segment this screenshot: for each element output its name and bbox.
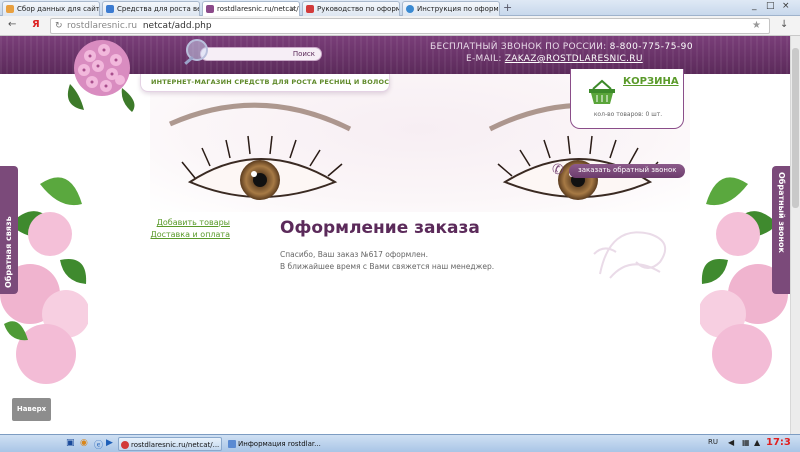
tab-label: Средства для роста ве (117, 5, 200, 13)
browser-tab-strip: Сбор данных для сайта Средства для роста… (0, 0, 800, 16)
search-button[interactable]: Поиск (293, 50, 315, 58)
address-bar[interactable]: ↻ rostdlaresnic.ru netcat/add.php ★ (50, 18, 770, 34)
language-indicator[interactable]: RU (708, 438, 718, 446)
windows-taskbar: ▣ ◉ ⓔ ▶ rostdlaresnic.ru/netcat/... Инфо… (0, 434, 800, 452)
tab-label: rostdlaresnic.ru/netcat/a (217, 5, 300, 13)
page-title: Оформление заказа (280, 218, 480, 238)
bookmark-star-icon[interactable]: ★ (752, 20, 761, 31)
url-path: netcat/add.php (142, 21, 212, 31)
download-icon[interactable]: ↓ (780, 19, 788, 30)
search-input[interactable]: Поиск (200, 47, 322, 61)
tab-favicon-icon (406, 5, 414, 13)
scrollbar-thumb[interactable] (792, 48, 799, 208)
feedback-side-tab[interactable]: Обратная связь (0, 166, 18, 294)
taskbar-item-label: rostdlaresnic.ru/netcat/... (131, 441, 220, 449)
nav-add-products-link[interactable]: Добавить товары (140, 218, 230, 227)
maximize-button[interactable]: □ (766, 1, 775, 11)
browser-navbar: ← Я ↻ rostdlaresnic.ru netcat/add.php ★ … (0, 16, 800, 36)
back-button[interactable]: ← (8, 19, 16, 30)
tab-label: Инструкция по оформ (417, 5, 499, 13)
browser-tab-active[interactable]: rostdlaresnic.ru/netcat/a × (202, 1, 300, 16)
callback-side-tab[interactable]: Обратный звонок (772, 166, 790, 294)
show-desktop-icon[interactable]: ▣ (66, 438, 75, 448)
hydrangea-logo-icon[interactable] (62, 36, 142, 114)
confirmation-line-1: Спасибо, Ваш заказ №617 оформлен. (280, 250, 428, 259)
email-label: E-MAIL: (466, 54, 502, 64)
tab-favicon-icon (206, 5, 214, 13)
browser-tab[interactable]: Сбор данных для сайта (2, 1, 100, 16)
tab-label: Руководство по оформ (317, 5, 400, 13)
web-page: Поиск БЕСПЛАТНЫЙ ЗВОНОК ПО РОССИИ: 8-800… (0, 36, 790, 434)
taskbar-clock[interactable]: 17:3 (766, 437, 791, 448)
taskbar-browser-window[interactable]: rostdlaresnic.ru/netcat/... (118, 437, 222, 451)
vertical-scrollbar[interactable] (790, 36, 800, 434)
browser-tab[interactable]: Руководство по оформ (302, 1, 400, 16)
callback-button[interactable]: заказать обратный звонок (569, 164, 685, 178)
decorative-swirl (593, 231, 667, 279)
url-host: rostdlaresnic.ru (67, 21, 138, 31)
browser-tab[interactable]: Инструкция по оформ (402, 1, 500, 16)
cart-widget[interactable]: КОРЗИНА кол-во товаров: 0 шт. (570, 69, 684, 129)
email-link[interactable]: ZAKAZ@ROSTDLARESNIC.RU (505, 54, 643, 64)
close-window-button[interactable]: × (782, 1, 790, 11)
reload-icon[interactable]: ↻ (55, 21, 63, 31)
nav-delivery-payment-link[interactable]: Доставка и оплата (140, 230, 230, 239)
feedback-tab-label: Обратная связь (4, 216, 13, 288)
cart-count: кол-во товаров: 0 шт. (593, 111, 663, 118)
confirmation-line-2: В ближайшее время с Вами свяжется наш ме… (280, 262, 495, 271)
taskbar-info-window[interactable]: Информация rostdlar... (226, 437, 336, 451)
order-confirmation-message: Спасибо, Ваш заказ №617 оформлен. В ближ… (280, 249, 494, 273)
minimize-button[interactable]: _ (752, 1, 757, 11)
tagline-bar: ИНТЕРНЕТ-МАГАЗИН СРЕДСТВ ДЛЯ РОСТА РЕСНИ… (140, 74, 390, 92)
media-quicklaunch-icon[interactable]: ▶ (106, 438, 113, 448)
email-info: E-MAIL: ZAKAZ@ROSTDLARESNIC.RU (466, 54, 643, 64)
phone-info: БЕСПЛАТНЫЙ ЗВОНОК ПО РОССИИ: 8-800-775-7… (430, 42, 693, 52)
phone-label: БЕСПЛАТНЫЙ ЗВОНОК ПО РОССИИ: (430, 42, 607, 52)
site-tagline: ИНТЕРНЕТ-МАГАЗИН СРЕДСТВ ДЛЯ РОСТА РЕСНИ… (151, 78, 390, 86)
speaker-icon[interactable]: ◀ (728, 438, 734, 447)
phone-number: 8-800-775-75-90 (609, 42, 694, 52)
browser-quicklaunch-icon[interactable]: ◉ (80, 438, 88, 448)
tab-favicon-icon (106, 5, 114, 13)
tray-arrow-icon[interactable]: ▲ (754, 438, 760, 447)
tab-close-icon[interactable]: × (289, 4, 296, 13)
tab-favicon-icon (306, 5, 314, 13)
taskbar-item-label: Информация rostdlar... (238, 440, 321, 448)
phone-icon: ✆ (552, 162, 564, 178)
callback-tab-label: Обратный звонок (777, 172, 786, 253)
tab-favicon-icon (6, 5, 14, 13)
window-icon (228, 440, 236, 448)
tab-label: Сбор данных для сайта (17, 5, 100, 13)
yandex-logo-icon[interactable]: Я (32, 19, 40, 30)
yandex-browser-icon (121, 441, 129, 449)
left-navigation: Добавить товары Доставка и оплата (140, 218, 230, 242)
ie-quicklaunch-icon[interactable]: ⓔ (94, 438, 103, 451)
cart-title-link[interactable]: КОРЗИНА (623, 76, 679, 87)
scroll-to-top-button[interactable]: Наверх (12, 398, 51, 421)
network-icon[interactable]: ▦ (742, 438, 750, 447)
browser-tab[interactable]: Средства для роста ве (102, 1, 200, 16)
basket-icon (589, 79, 615, 104)
new-tab-button[interactable]: + (503, 1, 512, 14)
